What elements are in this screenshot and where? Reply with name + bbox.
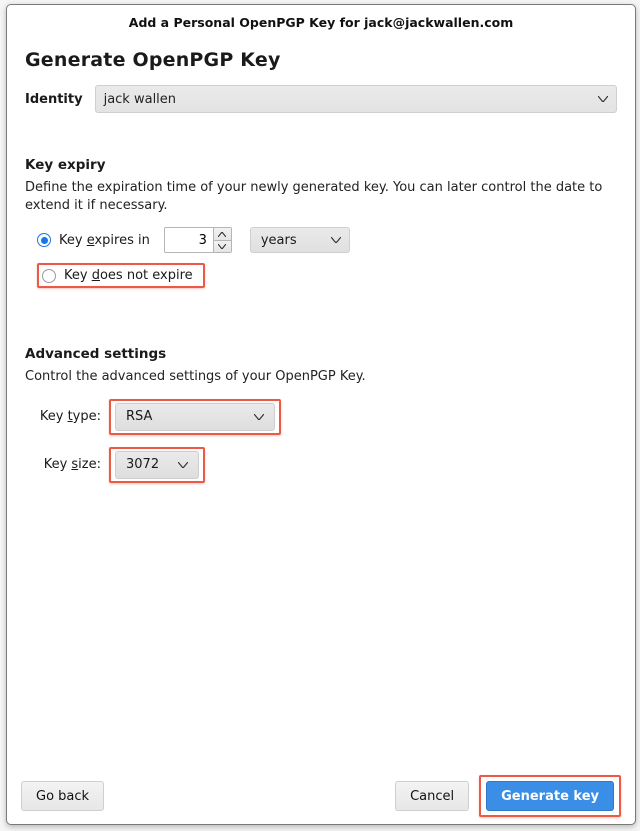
radio-key-expires-row[interactable]: Key expires in years xyxy=(37,227,617,253)
go-back-button[interactable]: Go back xyxy=(21,781,104,811)
identity-row: Identity jack wallen xyxy=(25,85,617,113)
label-part: ize: xyxy=(78,457,101,472)
generate-key-highlight: Generate key xyxy=(479,775,621,817)
label-part: Key xyxy=(44,457,72,472)
expiry-unit-dropdown[interactable]: years xyxy=(250,227,350,253)
spinner-down-button[interactable] xyxy=(214,241,231,253)
spinner-arrows xyxy=(213,228,231,252)
chevron-down-icon xyxy=(178,460,188,470)
advanced-rows: Key type: RSA Key size: xyxy=(25,399,617,483)
advanced-title: Advanced settings xyxy=(25,346,617,362)
label-part: ype: xyxy=(73,409,101,424)
label-part: Key xyxy=(64,268,92,283)
key-type-highlight: RSA xyxy=(109,399,281,435)
radio-key-no-expire-label: Key does not expire xyxy=(64,268,193,283)
key-size-dropdown[interactable]: 3072 xyxy=(115,451,199,479)
advanced-settings-section: Advanced settings Control the advanced s… xyxy=(25,346,617,482)
identity-dropdown[interactable]: jack wallen xyxy=(95,85,617,113)
identity-label: Identity xyxy=(25,92,83,107)
key-expiry-title: Key expiry xyxy=(25,157,617,173)
key-size-highlight: 3072 xyxy=(109,447,205,483)
key-type-row: Key type: RSA xyxy=(25,399,617,435)
spinner-up-button[interactable] xyxy=(214,228,231,241)
expiry-unit-value: years xyxy=(261,233,297,248)
expiry-number-input[interactable] xyxy=(165,228,213,252)
key-type-value: RSA xyxy=(126,409,152,424)
label-accel: d xyxy=(92,268,100,283)
chevron-down-icon xyxy=(254,412,264,422)
label-part: oes not expire xyxy=(100,268,193,283)
advanced-description: Control the advanced settings of your Op… xyxy=(25,368,617,386)
identity-value: jack wallen xyxy=(104,92,176,107)
window-title-text: Add a Personal OpenPGP Key for jack@jack… xyxy=(129,15,513,30)
key-type-dropdown[interactable]: RSA xyxy=(115,403,275,431)
key-size-label: Key size: xyxy=(25,457,109,472)
radio-key-no-expire[interactable] xyxy=(42,269,56,283)
key-size-value: 3072 xyxy=(126,457,159,472)
radio-key-expires[interactable] xyxy=(37,233,51,247)
label-part: xpires in xyxy=(94,233,149,248)
expiry-options: Key expires in years xyxy=(37,227,617,288)
key-type-label: Key type: xyxy=(25,409,109,424)
label-part: Key xyxy=(59,233,87,248)
footer-right-group: Cancel Generate key xyxy=(395,775,621,817)
generate-key-button[interactable]: Generate key xyxy=(486,781,614,811)
radio-key-expires-label: Key expires in xyxy=(59,233,150,248)
expiry-number-spinner[interactable] xyxy=(164,227,232,253)
dialog-footer: Go back Cancel Generate key xyxy=(7,768,635,824)
key-size-row: Key size: 3072 xyxy=(25,447,617,483)
page-title: Generate OpenPGP Key xyxy=(25,49,617,71)
key-expiry-description: Define the expiration time of your newly… xyxy=(25,179,617,215)
label-part: Key xyxy=(40,409,68,424)
window-title: Add a Personal OpenPGP Key for jack@jack… xyxy=(7,5,635,39)
generate-openpgp-dialog: Add a Personal OpenPGP Key for jack@jack… xyxy=(6,4,636,825)
chevron-down-icon xyxy=(598,94,608,104)
radio-key-no-expire-row[interactable]: Key does not expire xyxy=(37,263,205,288)
cancel-button[interactable]: Cancel xyxy=(395,781,469,811)
dialog-content: Generate OpenPGP Key Identity jack walle… xyxy=(7,39,635,768)
chevron-down-icon xyxy=(331,235,341,245)
key-expiry-section: Key expiry Define the expiration time of… xyxy=(25,157,617,288)
